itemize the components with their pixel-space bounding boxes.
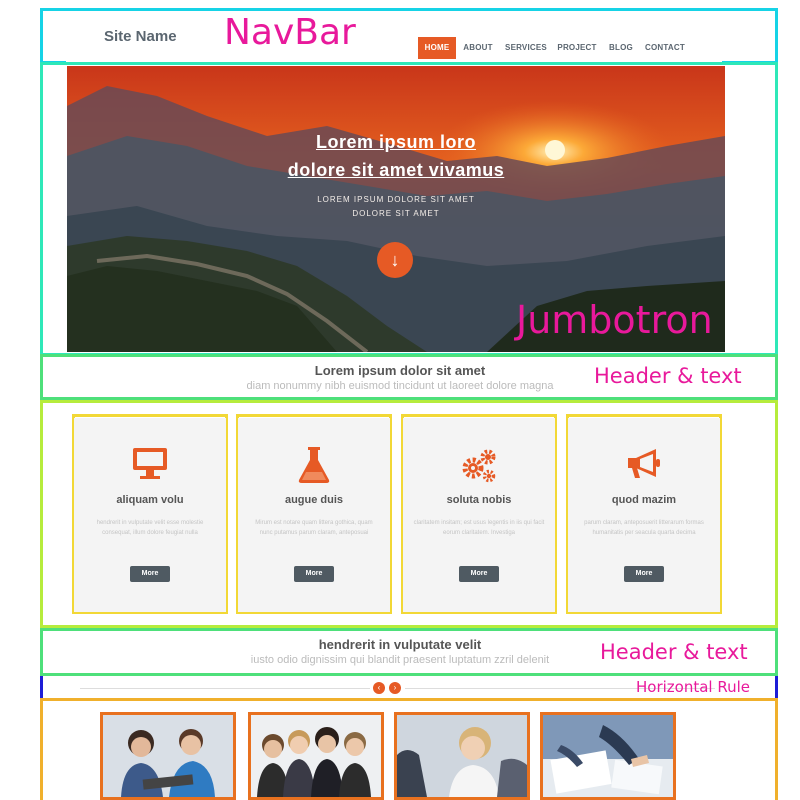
- megaphone-icon: [568, 446, 720, 484]
- card-title: quod mazim: [611, 494, 677, 506]
- card-text: hendrerit in vulputate velit esse molest…: [96, 520, 204, 536]
- horizontal-rule-annotation-label: Horizontal Rule: [636, 678, 751, 696]
- nav-item-project[interactable]: PROJECT: [556, 37, 598, 59]
- feature-card-2: augue duis Mirum est notare quam littera…: [238, 418, 390, 612]
- hero-subtitle-line-1: LOREM IPSUM DOLORE SIT AMET: [317, 195, 475, 204]
- hero-title-line-1: Lorem ipsum loro: [315, 132, 476, 152]
- arrow-down-icon[interactable]: ↓: [377, 242, 413, 278]
- jumbotron-annotation-label: Jumbotron: [516, 298, 713, 342]
- team-photo-laptop[interactable]: [100, 712, 236, 800]
- monitor-icon: [74, 446, 226, 484]
- team-photo-documents[interactable]: [540, 712, 676, 800]
- navbar: Site Name HOME ABOUT SERVICES PROJECT BL…: [66, 12, 722, 62]
- feature-card-4: quod mazim parum claram, anteposuerit li…: [568, 418, 720, 612]
- nav-item-about[interactable]: ABOUT: [460, 37, 496, 59]
- card-text: parum claram, anteposuerit litterarum fo…: [584, 520, 704, 536]
- navbar-annotation-label: NavBar: [224, 12, 356, 53]
- flask-icon: [238, 446, 390, 484]
- section-header-1: Lorem ipsum dolor sit amet diam nonummy …: [0, 363, 800, 392]
- hero-title-line-2: dolore sit amet vivamus: [287, 160, 505, 180]
- site-name[interactable]: Site Name: [104, 28, 177, 45]
- team-photo-woman[interactable]: [394, 712, 530, 800]
- section-title-1: Lorem ipsum dolor sit amet: [314, 363, 486, 378]
- feature-card-1: aliquam volu hendrerit in vulputate veli…: [74, 418, 226, 612]
- team-photo-group[interactable]: [248, 712, 384, 800]
- hero-subtitle-line-2: DOLORE SIT AMET: [352, 209, 440, 218]
- more-button[interactable]: More: [294, 566, 334, 582]
- nav-item-home[interactable]: HOME: [418, 37, 456, 59]
- more-button[interactable]: More: [624, 566, 664, 582]
- chevron-left-icon[interactable]: ‹: [373, 682, 385, 694]
- card-text: Mirum est notare quam littera gothica, q…: [255, 520, 373, 536]
- more-button[interactable]: More: [459, 566, 499, 582]
- card-title: soluta nobis: [446, 494, 512, 506]
- nav-item-contact[interactable]: CONTACT: [642, 37, 688, 59]
- card-text: claritatem insitam; est usus legentis in…: [413, 520, 545, 536]
- nav-item-blog[interactable]: BLOG: [604, 37, 638, 59]
- gears-icon: [403, 446, 555, 484]
- feature-card-3: soluta nobis claritatem insitam; est usu…: [403, 418, 555, 612]
- horizontal-rule-left: [80, 688, 370, 689]
- header-text-annotation-label-2: Header & text: [600, 640, 748, 664]
- nav-item-services[interactable]: SERVICES: [502, 37, 550, 59]
- chevron-right-icon[interactable]: ›: [389, 682, 401, 694]
- card-title: augue duis: [284, 494, 344, 506]
- card-title: aliquam volu: [116, 494, 184, 506]
- more-button[interactable]: More: [130, 566, 170, 582]
- section-text-1: diam nonummy nibh euismod tincidunt ut l…: [246, 380, 554, 392]
